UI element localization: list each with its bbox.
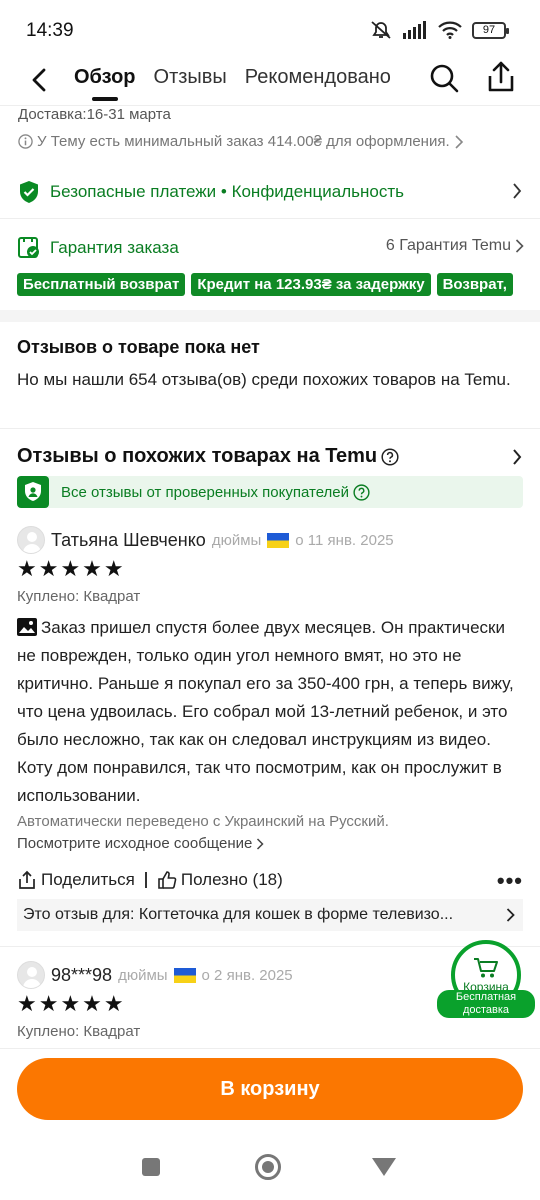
guarantee-badges: Бесплатный возврат Кредит на 123.93₴ за з…: [17, 273, 540, 299]
chevron-right-icon: [455, 134, 463, 149]
review-unit: дюймы: [211, 531, 262, 549]
badge-delay-credit: Кредит на 123.93₴ за задержку: [191, 273, 431, 296]
chevron-right-icon: [506, 908, 515, 922]
share-review-button[interactable]: Поделиться: [17, 870, 135, 890]
similar-reviews-title-text: Отзывы о похожих товарах на Temu: [17, 445, 378, 467]
translation-notice: Автоматически переведено с Украинский на…: [17, 813, 389, 830]
reviewer-name: 98***98: [51, 964, 113, 985]
guarantee-title: Гарантия заказа: [50, 238, 179, 257]
ukraine-flag-icon: [173, 967, 196, 983]
purchased-variant: Куплено: Квадрат: [17, 588, 141, 605]
top-nav: Обзор Отзывы Рекомендовано: [0, 58, 540, 106]
reviewer-name: Татьяна Шевченко: [51, 529, 206, 550]
review-text-body: Заказ пришел спустя более двух месяцев. …: [17, 618, 514, 805]
review-date: о 11 янв. 2025: [295, 531, 394, 549]
status-icons: 97: [370, 20, 509, 40]
share-icon: [19, 870, 35, 889]
tab-reviews[interactable]: Отзывы: [154, 66, 227, 89]
more-options-icon[interactable]: •••: [497, 868, 523, 894]
section-separator: [0, 310, 540, 322]
help-icon[interactable]: [381, 447, 399, 466]
recent-apps-icon[interactable]: [142, 1158, 160, 1176]
reviewed-item-text: Это отзыв для: Когтеточка для кошек в фо…: [23, 906, 454, 923]
avatar: [17, 526, 45, 554]
chevron-right-icon[interactable]: [512, 448, 522, 466]
review-date: о 2 янв. 2025: [201, 966, 293, 984]
share-review-label: Поделиться: [41, 870, 135, 889]
view-original-text: Посмотрите исходное сообщение: [17, 835, 253, 852]
guarantee-icon: [18, 237, 39, 258]
secure-payments-row[interactable]: Безопасные платежи • Конфиденциальность: [18, 178, 524, 206]
back-arrow-icon[interactable]: [26, 64, 54, 96]
divider: [0, 218, 540, 219]
avatar: [17, 961, 45, 989]
guarantee-count[interactable]: 6 Гарантия Temu: [386, 237, 524, 255]
no-reviews-text: Но мы нашли 654 отзыва(ов) среди похожих…: [17, 370, 511, 389]
thumbs-up-icon: [158, 871, 177, 889]
battery-level: 97: [482, 24, 496, 36]
min-order-notice[interactable]: У Тему есть минимальный заказ 414.00₴ дл…: [18, 133, 464, 150]
share-icon[interactable]: [486, 60, 516, 94]
verified-buyers-banner: Все отзывы от проверенных покупателей: [17, 476, 523, 508]
review-item: Татьяна Шевченко дюймы о 11 янв. 2025 ★★…: [17, 525, 523, 855]
purchased-variant: Куплено: Квадрат: [17, 1023, 141, 1040]
no-reviews-title: Отзывов о товаре пока нет: [17, 337, 260, 357]
chevron-right-icon: [257, 838, 264, 850]
verified-user-icon: [17, 476, 49, 508]
star-rating: ★★★★★: [17, 556, 126, 581]
chevron-right-icon: [515, 239, 524, 253]
floating-cart-button[interactable]: Корзина Бесплатная доставка: [437, 940, 535, 1020]
review-header: Татьяна Шевченко дюймы о 11 янв. 2025: [17, 525, 523, 555]
status-bar: 14:39 97: [0, 0, 540, 58]
system-nav-bar: [0, 1132, 540, 1200]
delivery-date: Доставка:16-31 марта: [18, 106, 171, 123]
shield-check-icon: [20, 181, 38, 203]
wifi-icon: [438, 21, 462, 39]
view-original-link[interactable]: Посмотрите исходное сообщение: [17, 833, 523, 855]
guarantee-count-text: 6 Гарантия Temu: [385, 237, 511, 254]
info-icon: [18, 134, 33, 149]
ukraine-flag-icon: [267, 532, 290, 548]
cart-icon: [474, 957, 498, 977]
status-time: 14:39: [26, 20, 74, 41]
help-icon[interactable]: [353, 483, 370, 501]
image-icon: [17, 618, 37, 636]
divider: [144, 872, 147, 888]
chevron-right-icon: [513, 183, 522, 199]
tab-overview[interactable]: Обзор: [74, 66, 136, 101]
free-shipping-label: Бесплатная доставка: [437, 990, 535, 1018]
similar-reviews-title[interactable]: Отзывы о похожих товарах на Temu: [17, 445, 399, 468]
badge-free-return: Бесплатный возврат: [17, 273, 186, 296]
divider: [0, 428, 540, 429]
review-actions: Поделиться Полезно (18) •••: [17, 866, 523, 894]
reviewed-item-link[interactable]: Это отзыв для: Когтеточка для кошек в фо…: [17, 899, 523, 931]
review-text: Заказ пришел спустя более двух месяцев. …: [17, 614, 523, 810]
battery-icon: 97: [472, 21, 509, 39]
nav-tabs: Обзор Отзывы Рекомендовано: [74, 66, 391, 101]
helpful-button[interactable]: Полезно (18): [157, 870, 283, 890]
secure-payments-text: Безопасные платежи • Конфиденциальность: [50, 182, 405, 201]
search-icon[interactable]: [428, 62, 460, 94]
review-unit: дюймы: [118, 966, 168, 984]
order-guarantee-row[interactable]: Гарантия заказа 6 Гарантия Temu: [18, 234, 524, 262]
bottom-bar: В корзину: [0, 1048, 540, 1132]
badge-refund: Возврат,: [436, 273, 513, 296]
mute-icon: [371, 21, 391, 39]
helpful-label: Полезно (18): [180, 870, 283, 889]
verified-buyers-text: Все отзывы от проверенных покупателей: [61, 483, 350, 501]
signal-icon: [403, 21, 426, 39]
back-icon[interactable]: [372, 1158, 396, 1176]
min-order-text: У Тему есть минимальный заказ 414.00₴ дл…: [37, 133, 450, 150]
add-to-cart-button[interactable]: В корзину: [17, 1058, 523, 1120]
tab-recommended[interactable]: Рекомендовано: [245, 66, 391, 89]
home-icon[interactable]: [255, 1154, 281, 1180]
